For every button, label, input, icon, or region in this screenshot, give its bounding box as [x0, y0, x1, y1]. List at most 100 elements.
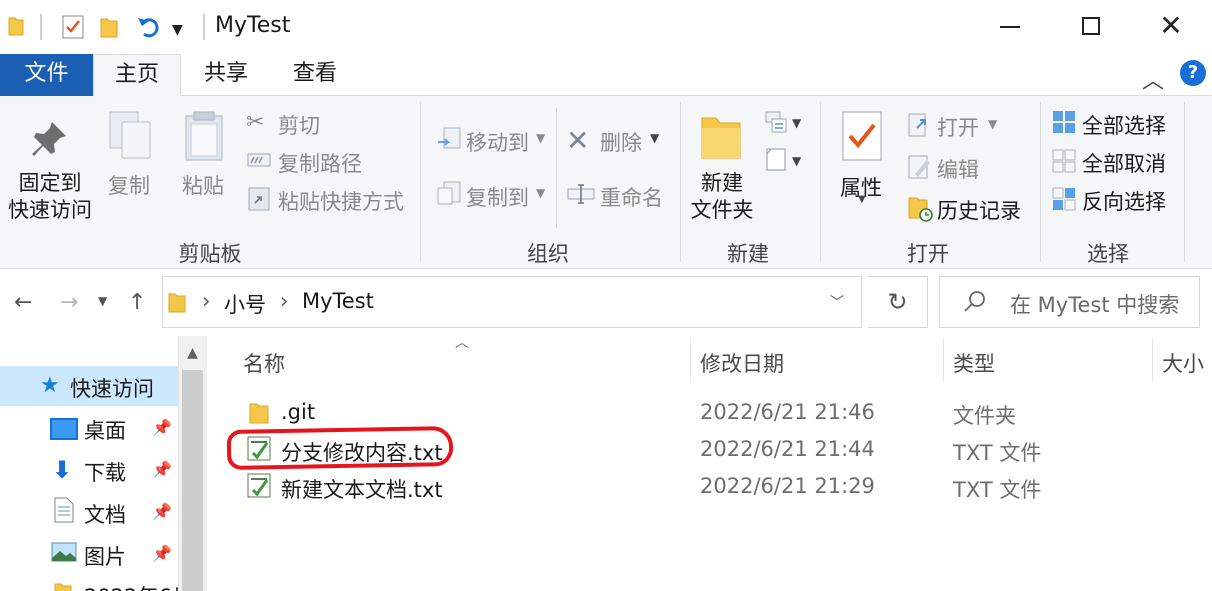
sidebar-item-desktop[interactable]: 桌面	[84, 415, 126, 445]
open-button[interactable]: 打开	[937, 112, 979, 142]
pin-label-line2: 快速访问	[8, 198, 92, 222]
select-group-label: 选择	[1087, 242, 1129, 266]
file-type: 文件夹	[953, 404, 1016, 428]
delete-dropdown-icon[interactable]: ▼	[650, 131, 659, 145]
file-name[interactable]: .git	[281, 400, 315, 424]
title-separator	[203, 14, 205, 40]
tab-home[interactable]: 主页	[93, 54, 181, 97]
breadcrumb-separator[interactable]: ›	[202, 289, 210, 313]
open-icon	[908, 113, 926, 137]
ribbon-tab-bar	[0, 54, 1212, 96]
minimize-button[interactable]	[1000, 26, 1020, 28]
paste-icon	[185, 111, 223, 161]
close-button[interactable]: ✕	[1158, 11, 1184, 41]
recent-locations-chevron-down-icon[interactable]: ▼	[98, 294, 107, 308]
pin-to-quick-access-button[interactable]: 固定到 快速访问	[6, 170, 94, 224]
back-arrow-icon[interactable]: ←	[14, 290, 32, 315]
easy-access-dropdown-icon[interactable]: ▼	[792, 154, 801, 168]
invert-selection-icon	[1052, 187, 1076, 211]
invert-selection-button[interactable]: 反向选择	[1082, 186, 1166, 216]
breadcrumb-item-xiaohao[interactable]: 小号	[224, 289, 266, 319]
properties-icon	[842, 111, 882, 161]
scroll-up-arrow-icon[interactable]: ▲	[178, 337, 207, 369]
edit-button[interactable]: 编辑	[937, 154, 979, 184]
file-modified: 2022/6/21 21:44	[700, 437, 875, 461]
copy-to-dropdown-icon[interactable]: ▼	[536, 186, 545, 200]
sidebar-item-documents[interactable]: 文档	[84, 499, 126, 529]
annotation-highlight	[226, 426, 454, 470]
organize-inner-separator	[556, 108, 557, 228]
search-placeholder: 在 MyTest 中搜索	[1010, 293, 1180, 317]
address-history-chevron-down-icon[interactable]: ﹀	[830, 292, 844, 312]
customize-quick-access-dropdown-icon[interactable]: ▼	[172, 22, 183, 38]
copy-to-button[interactable]: 复制到	[466, 182, 529, 212]
properties-icon[interactable]	[62, 13, 84, 39]
new-item-dropdown-icon[interactable]: ▼	[792, 116, 801, 130]
new-item-icon[interactable]	[764, 110, 790, 134]
column-separator[interactable]	[1152, 338, 1153, 382]
pin-icon[interactable]: 📌	[152, 418, 172, 437]
sidebar-item-folder[interactable]: 2022年6月	[84, 581, 193, 591]
undo-icon[interactable]	[136, 14, 162, 40]
new-folder-icon	[701, 117, 741, 159]
forward-arrow-icon[interactable]: →	[60, 290, 78, 315]
properties-dropdown-icon[interactable]: ▼	[858, 194, 866, 205]
delete-button[interactable]: 删除	[600, 127, 642, 157]
tab-file[interactable]: 文件	[0, 54, 93, 96]
new-folder-icon[interactable]	[100, 15, 118, 39]
pin-icon[interactable]: 📌	[152, 460, 172, 479]
select-all-button[interactable]: 全部选择	[1082, 110, 1166, 140]
file-type: TXT 文件	[953, 441, 1042, 465]
breadcrumb-separator[interactable]: ›	[280, 289, 288, 313]
search-icon	[964, 291, 985, 312]
paste-shortcut-button[interactable]: 粘贴快捷方式	[278, 186, 404, 216]
sidebar-item-downloads[interactable]: 下载	[84, 457, 126, 487]
collapse-ribbon-chevron-icon[interactable]: ︿	[1142, 63, 1164, 95]
rename-button[interactable]: 重命名	[600, 182, 663, 212]
pin-icon[interactable]: 📌	[152, 544, 172, 563]
select-all-icon	[1053, 111, 1075, 133]
file-name[interactable]: 新建文本文档.txt	[281, 474, 443, 504]
column-header-modified[interactable]: 修改日期	[700, 348, 784, 378]
picture-icon	[51, 542, 77, 562]
group-separator	[1184, 102, 1185, 262]
maximize-button[interactable]	[1082, 17, 1100, 35]
refresh-button[interactable]: ↻	[868, 276, 928, 328]
column-separator[interactable]	[690, 338, 691, 382]
tab-share[interactable]: 共享	[186, 54, 266, 96]
sidebar-item-pictures[interactable]: 图片	[84, 541, 126, 571]
group-separator	[680, 102, 681, 262]
column-header-name[interactable]: 名称	[243, 348, 285, 378]
help-button[interactable]: ?	[1180, 60, 1206, 86]
breadcrumb-item-mytest[interactable]: MyTest	[302, 289, 374, 313]
pin-icon	[32, 122, 66, 156]
new-folder-label-line2: 文件夹	[690, 198, 754, 222]
quick-access-separator	[40, 14, 42, 40]
pin-label-line1: 固定到	[18, 171, 82, 195]
paste-button[interactable]: 粘贴	[182, 170, 224, 200]
easy-access-icon[interactable]	[764, 146, 788, 172]
move-to-button[interactable]: 移动到	[466, 127, 529, 157]
new-folder-button[interactable]: 新建 文件夹	[684, 170, 760, 224]
file-type: TXT 文件	[953, 478, 1042, 502]
scrollbar-thumb[interactable]	[182, 370, 203, 591]
file-modified: 2022/6/21 21:29	[700, 474, 875, 498]
document-icon	[54, 497, 74, 523]
pin-icon[interactable]: 📌	[152, 502, 172, 521]
history-button[interactable]: 历史记录	[937, 195, 1021, 225]
clipboard-group-label: 剪贴板	[178, 242, 242, 266]
column-header-size[interactable]: 大小	[1162, 348, 1204, 378]
column-separator[interactable]	[943, 338, 944, 382]
copy-button[interactable]: 复制	[108, 170, 150, 200]
up-arrow-icon[interactable]: ↑	[128, 290, 146, 315]
address-bar[interactable]	[162, 276, 862, 328]
tab-view[interactable]: 查看	[272, 54, 358, 96]
open-dropdown-icon[interactable]: ▼	[988, 117, 997, 131]
select-none-button[interactable]: 全部取消	[1082, 148, 1166, 178]
cut-button[interactable]: 剪切	[278, 110, 320, 140]
move-to-dropdown-icon[interactable]: ▼	[536, 131, 545, 145]
select-none-icon	[1052, 149, 1076, 173]
column-header-type[interactable]: 类型	[953, 348, 995, 378]
copy-path-button[interactable]: 复制路径	[278, 148, 362, 178]
sort-ascending-icon: ︿	[455, 335, 469, 351]
